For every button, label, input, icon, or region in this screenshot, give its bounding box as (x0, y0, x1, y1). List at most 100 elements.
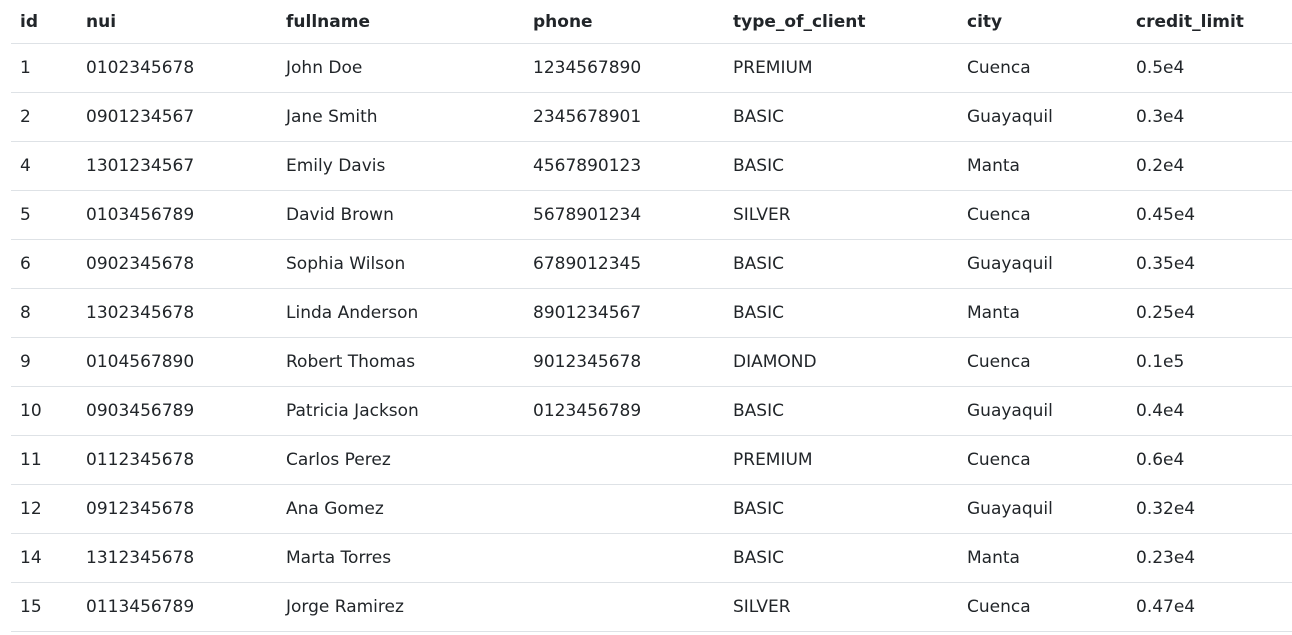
cell-nui: 0102345678 (77, 43, 277, 93)
column-header-credit-limit: credit_limit (1127, 0, 1292, 44)
table-row: 14 1312345678 Marta Torres BASIC Manta 0.23e4 (11, 533, 1292, 583)
cell-city: Cuenca (958, 190, 1127, 240)
cell-nui: 1312345678 (77, 533, 277, 583)
cell-fullname: Linda Anderson (277, 288, 524, 338)
table-header: id nui fullname phone type_of_client cit… (11, 0, 1292, 44)
cell-credit-limit: 0.2e4 (1127, 141, 1292, 191)
cell-id: 6 (11, 239, 77, 289)
cell-type-of-client: PREMIUM (724, 43, 958, 93)
clients-table: id nui fullname phone type_of_client cit… (11, 0, 1292, 632)
cell-city: Guayaquil (958, 386, 1127, 436)
cell-city: Guayaquil (958, 484, 1127, 534)
cell-nui: 0903456789 (77, 386, 277, 436)
cell-nui: 1302345678 (77, 288, 277, 338)
cell-phone (524, 533, 724, 583)
cell-type-of-client: BASIC (724, 141, 958, 191)
cell-type-of-client: SILVER (724, 582, 958, 632)
cell-credit-limit: 0.25e4 (1127, 288, 1292, 338)
cell-type-of-client: BASIC (724, 239, 958, 289)
cell-id: 2 (11, 92, 77, 142)
cell-phone: 8901234567 (524, 288, 724, 338)
cell-id: 14 (11, 533, 77, 583)
cell-phone: 5678901234 (524, 190, 724, 240)
cell-nui: 0103456789 (77, 190, 277, 240)
cell-city: Guayaquil (958, 92, 1127, 142)
cell-fullname: Robert Thomas (277, 337, 524, 387)
cell-id: 8 (11, 288, 77, 338)
cell-credit-limit: 0.35e4 (1127, 239, 1292, 289)
table-row: 5 0103456789 David Brown 5678901234 SILVER Cu… (11, 190, 1292, 240)
cell-credit-limit: 0.45e4 (1127, 190, 1292, 240)
cell-city: Cuenca (958, 337, 1127, 387)
cell-phone (524, 435, 724, 485)
cell-city: Manta (958, 141, 1127, 191)
table-row: 12 0912345678 Ana Gomez BASIC Guayaquil 0.32e… (11, 484, 1292, 534)
cell-phone: 1234567890 (524, 43, 724, 93)
cell-id: 1 (11, 43, 77, 93)
table-row: 2 0901234567 Jane Smith 2345678901 BASIC Guay… (11, 92, 1292, 142)
column-header-phone: phone (524, 0, 724, 44)
cell-type-of-client: SILVER (724, 190, 958, 240)
column-header-city: city (958, 0, 1127, 44)
cell-type-of-client: DIAMOND (724, 337, 958, 387)
cell-fullname: Marta Torres (277, 533, 524, 583)
table-row: 11 0112345678 Carlos Perez PREMIUM Cuenca 0.6… (11, 435, 1292, 485)
cell-nui: 0113456789 (77, 582, 277, 632)
table-row: 8 1302345678 Linda Anderson 8901234567 BASIC… (11, 288, 1292, 338)
cell-nui: 0912345678 (77, 484, 277, 534)
cell-city: Manta (958, 288, 1127, 338)
cell-id: 5 (11, 190, 77, 240)
cell-phone: 6789012345 (524, 239, 724, 289)
table-row: 1 0102345678 John Doe 1234567890 PREMIUM Cuen… (11, 43, 1292, 93)
cell-nui: 0104567890 (77, 337, 277, 387)
cell-credit-limit: 0.4e4 (1127, 386, 1292, 436)
cell-city: Cuenca (958, 435, 1127, 485)
table-row: 6 0902345678 Sophia Wilson 6789012345 BASIC G… (11, 239, 1292, 289)
cell-credit-limit: 0.47e4 (1127, 582, 1292, 632)
cell-id: 11 (11, 435, 77, 485)
cell-credit-limit: 0.6e4 (1127, 435, 1292, 485)
cell-id: 4 (11, 141, 77, 191)
cell-city: Cuenca (958, 43, 1127, 93)
header-row: id nui fullname phone type_of_client cit… (11, 0, 1292, 44)
cell-fullname: David Brown (277, 190, 524, 240)
cell-credit-limit: 0.3e4 (1127, 92, 1292, 142)
cell-nui: 0112345678 (77, 435, 277, 485)
column-header-id: id (11, 0, 77, 44)
column-header-nui: nui (77, 0, 277, 44)
cell-nui: 1301234567 (77, 141, 277, 191)
cell-type-of-client: PREMIUM (724, 435, 958, 485)
cell-fullname: Jane Smith (277, 92, 524, 142)
table-row: 10 0903456789 Patricia Jackson 0123456789 BA… (11, 386, 1292, 436)
cell-phone: 9012345678 (524, 337, 724, 387)
cell-nui: 0901234567 (77, 92, 277, 142)
cell-id: 12 (11, 484, 77, 534)
clients-table-container: id nui fullname phone type_of_client cit… (11, 0, 1292, 632)
cell-phone (524, 484, 724, 534)
table-row: 9 0104567890 Robert Thomas 9012345678 DIAMON… (11, 337, 1292, 387)
cell-fullname: Jorge Ramirez (277, 582, 524, 632)
cell-id: 10 (11, 386, 77, 436)
cell-type-of-client: BASIC (724, 92, 958, 142)
cell-type-of-client: BASIC (724, 288, 958, 338)
cell-city: Cuenca (958, 582, 1127, 632)
cell-fullname: Carlos Perez (277, 435, 524, 485)
cell-fullname: John Doe (277, 43, 524, 93)
cell-city: Guayaquil (958, 239, 1127, 289)
cell-type-of-client: BASIC (724, 386, 958, 436)
cell-type-of-client: BASIC (724, 533, 958, 583)
cell-phone: 2345678901 (524, 92, 724, 142)
cell-fullname: Patricia Jackson (277, 386, 524, 436)
table-body: 1 0102345678 John Doe 1234567890 PREMIUM Cuen… (11, 43, 1292, 632)
cell-credit-limit: 0.1e5 (1127, 337, 1292, 387)
cell-fullname: Emily Davis (277, 141, 524, 191)
cell-fullname: Sophia Wilson (277, 239, 524, 289)
cell-fullname: Ana Gomez (277, 484, 524, 534)
cell-phone: 4567890123 (524, 141, 724, 191)
table-row: 15 0113456789 Jorge Ramirez SILVER Cuenca 0.4… (11, 582, 1292, 632)
cell-city: Manta (958, 533, 1127, 583)
column-header-fullname: fullname (277, 0, 524, 44)
cell-credit-limit: 0.32e4 (1127, 484, 1292, 534)
cell-id: 9 (11, 337, 77, 387)
table-row: 4 1301234567 Emily Davis 4567890123 BASIC Man… (11, 141, 1292, 191)
